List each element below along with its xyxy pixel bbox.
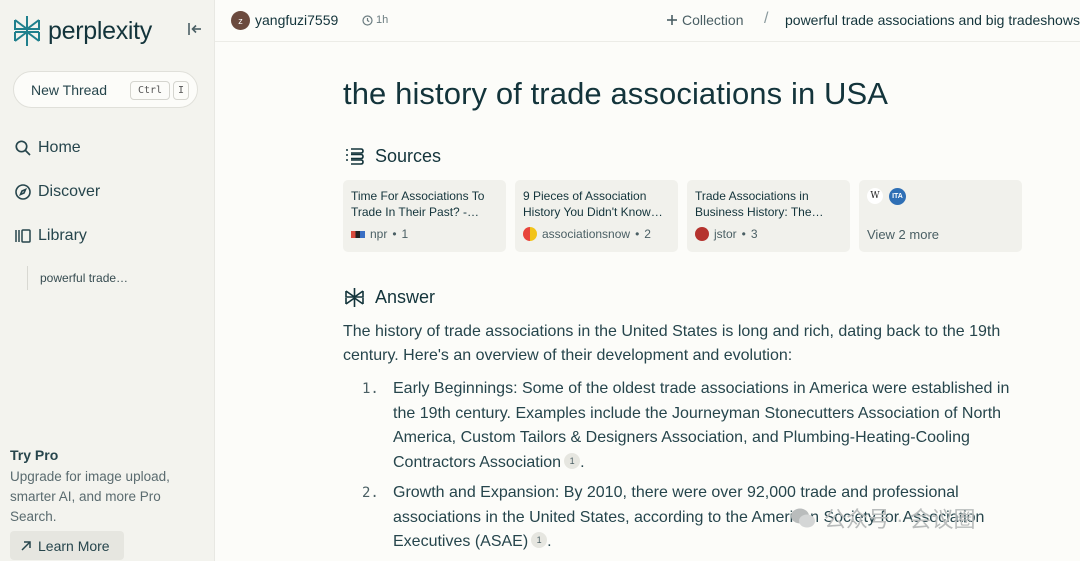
new-thread-label: New Thread — [31, 81, 108, 98]
citation-badge[interactable]: 1 — [531, 532, 548, 548]
collection-label: Collection — [682, 12, 744, 28]
list-tail: . — [547, 533, 552, 550]
try-pro-description: Upgrade for image upload, smarter AI, an… — [10, 469, 170, 524]
more-sources-favicons: W ITA — [867, 180, 1014, 212]
breadcrumb-separator: / — [764, 10, 769, 27]
source-meta: jstor • 3 — [695, 227, 758, 241]
clock-icon — [362, 14, 373, 26]
source-index: 3 — [750, 227, 758, 241]
sidebar-item-library[interactable]: Library — [14, 227, 87, 245]
source-title: Trade Associations in Business History: … — [695, 189, 824, 219]
sources-heading: Sources — [344, 146, 441, 167]
library-thread-item[interactable]: powerful trade… — [40, 271, 128, 285]
jstor-favicon-icon — [695, 227, 709, 241]
logo[interactable]: perplexity — [12, 14, 152, 48]
wikipedia-favicon-icon: W — [867, 188, 883, 204]
sidebar-item-home[interactable]: Home — [14, 139, 81, 157]
arrow-up-right-icon — [21, 540, 31, 551]
view-more-label: View 2 more — [867, 227, 940, 242]
source-index: 1 — [401, 227, 409, 241]
sidebar-item-discover[interactable]: Discover — [14, 183, 100, 201]
associationsnow-favicon-icon — [523, 227, 537, 241]
logo-text: perplexity — [48, 16, 152, 45]
source-card[interactable]: 9 Pieces of Association History You Didn… — [515, 180, 678, 252]
source-site: associationsnow — [542, 227, 631, 241]
avatar[interactable]: z — [231, 11, 250, 30]
sidebar-item-label: Library — [38, 227, 87, 244]
shortcut-ctrl-key: Ctrl — [130, 81, 170, 100]
thread-age: 1h — [362, 14, 388, 26]
learn-more-button[interactable]: Learn More — [10, 531, 124, 560]
source-title: 9 Pieces of Association History You Didn… — [523, 189, 663, 219]
add-to-collection-button[interactable]: Collection — [666, 12, 743, 28]
view-more-sources-card[interactable]: W ITA View 2 more — [859, 180, 1022, 252]
page-title: the history of trade associations in USA — [343, 76, 889, 111]
list-item: 1. Early Beginnings: Some of the oldest … — [343, 377, 1023, 475]
library-divider — [27, 266, 28, 290]
source-meta: associationsnow • 2 — [523, 227, 651, 241]
source-site: npr — [370, 227, 388, 241]
shortcut-i-key: I — [173, 81, 189, 100]
perplexity-answer-icon — [345, 288, 364, 307]
plus-icon — [667, 15, 677, 25]
source-index: 2 — [644, 227, 651, 241]
source-dot: • — [392, 227, 397, 241]
answer-heading-label: Answer — [375, 287, 436, 307]
sources-icon — [346, 148, 364, 165]
list-text-wrap: Early Beginnings: Some of the oldest tra… — [393, 377, 1023, 475]
list-number: 2. — [362, 485, 379, 501]
list-tail: . — [580, 453, 585, 471]
list-number: 1. — [362, 381, 379, 397]
answer-intro: The history of trade associations in the… — [343, 323, 1001, 364]
username[interactable]: yangfuzi7559 — [255, 12, 338, 28]
source-site: jstor — [714, 227, 737, 241]
answer-heading: Answer — [344, 287, 435, 308]
library-icon — [15, 229, 31, 243]
sources-heading-label: Sources — [375, 146, 442, 166]
ita-favicon-icon: ITA — [889, 187, 906, 205]
source-card[interactable]: Trade Associations in Business History: … — [687, 180, 850, 252]
watermark: 公众号 · 会议圈 — [790, 502, 976, 534]
sidebar-item-label: Home — [38, 139, 81, 156]
new-thread-button[interactable]: New Thread Ctrl I — [13, 71, 198, 108]
source-meta: npr • 1 — [351, 227, 408, 241]
top-bar: z yangfuzi7559 1h Collection / powerful … — [215, 0, 1080, 42]
source-dot: • — [741, 227, 746, 241]
compass-icon — [15, 184, 31, 200]
view-more-meta: View 2 more — [867, 227, 939, 242]
search-icon — [15, 140, 31, 156]
watermark-text: 公众号 · 会议圈 — [824, 507, 976, 532]
wechat-icon — [791, 508, 815, 528]
citation-badge[interactable]: 1 — [564, 452, 581, 469]
source-dot: • — [635, 227, 640, 241]
breadcrumb-thread-title[interactable]: powerful trade associations and big trad… — [785, 12, 1080, 28]
list-text: Early Beginnings: Some of the oldest tra… — [393, 380, 1010, 471]
npr-favicon-icon — [351, 230, 365, 238]
source-card[interactable]: Time For Associations To Trade In Their … — [343, 180, 506, 252]
source-title: Time For Associations To Trade In Their … — [351, 189, 485, 219]
learn-more-label: Learn More — [38, 537, 110, 554]
try-pro-heading: Try Pro — [10, 447, 59, 463]
sidebar-item-label: Discover — [38, 183, 101, 200]
sidebar: perplexity New Thread Ctrl I Home Discov… — [0, 0, 215, 561]
collapse-sidebar-icon[interactable] — [186, 20, 204, 38]
perplexity-logo-icon — [14, 16, 40, 46]
thread-age-label: 1h — [376, 14, 389, 26]
